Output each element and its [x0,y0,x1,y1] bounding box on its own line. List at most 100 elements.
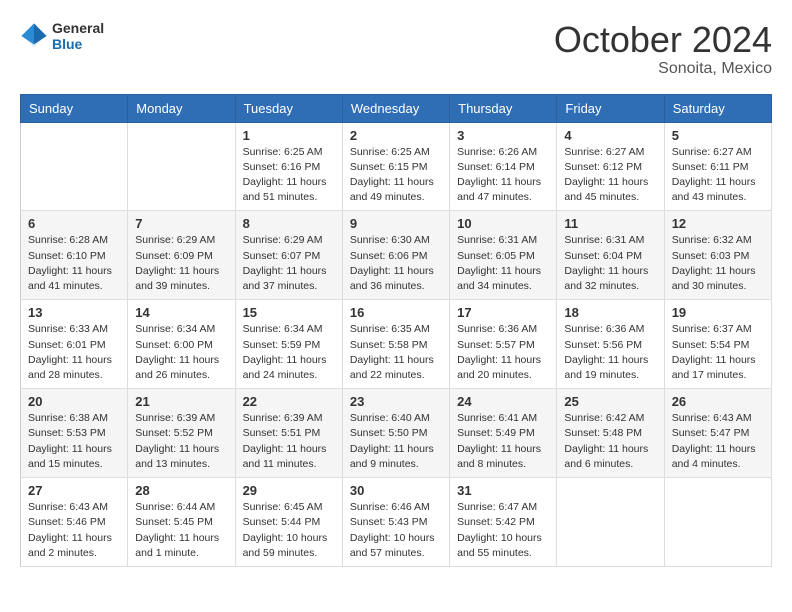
calendar-cell: 1Sunrise: 6:25 AMSunset: 6:16 PMDaylight… [235,122,342,211]
calendar-cell: 9Sunrise: 6:30 AMSunset: 6:06 PMDaylight… [342,211,449,300]
day-detail: Daylight: 10 hours and 55 minutes. [457,531,549,561]
calendar-cell [128,122,235,211]
day-number: 20 [28,394,120,409]
day-detail: Sunrise: 6:43 AM [672,411,764,426]
day-detail: Sunset: 5:49 PM [457,426,549,441]
day-info: Sunrise: 6:44 AMSunset: 5:45 PMDaylight:… [135,500,227,561]
day-number: 11 [564,216,656,231]
day-detail: Sunset: 5:59 PM [243,338,335,353]
calendar-cell [21,122,128,211]
calendar-cell: 25Sunrise: 6:42 AMSunset: 5:48 PMDayligh… [557,389,664,478]
calendar-cell: 26Sunrise: 6:43 AMSunset: 5:47 PMDayligh… [664,389,771,478]
day-header-thursday: Thursday [450,94,557,122]
day-number: 30 [350,483,442,498]
day-detail: Sunset: 5:48 PM [564,426,656,441]
calendar-cell: 31Sunrise: 6:47 AMSunset: 5:42 PMDayligh… [450,478,557,567]
day-detail: Daylight: 11 hours and 2 minutes. [28,531,120,561]
day-info: Sunrise: 6:45 AMSunset: 5:44 PMDaylight:… [243,500,335,561]
day-detail: Sunrise: 6:25 AM [243,145,335,160]
day-info: Sunrise: 6:32 AMSunset: 6:03 PMDaylight:… [672,233,764,294]
day-header-sunday: Sunday [21,94,128,122]
day-detail: Daylight: 11 hours and 30 minutes. [672,264,764,294]
calendar-cell: 14Sunrise: 6:34 AMSunset: 6:00 PMDayligh… [128,300,235,389]
day-detail: Sunset: 6:04 PM [564,249,656,264]
day-info: Sunrise: 6:42 AMSunset: 5:48 PMDaylight:… [564,411,656,472]
day-detail: Sunrise: 6:39 AM [243,411,335,426]
page-header: General Blue October 2024 Sonoita, Mexic… [20,20,772,78]
day-detail: Daylight: 11 hours and 24 minutes. [243,353,335,383]
day-detail: Sunset: 6:15 PM [350,160,442,175]
day-detail: Sunrise: 6:38 AM [28,411,120,426]
day-number: 23 [350,394,442,409]
month-year-title: October 2024 [554,20,772,60]
day-number: 28 [135,483,227,498]
day-detail: Daylight: 10 hours and 57 minutes. [350,531,442,561]
day-detail: Sunrise: 6:30 AM [350,233,442,248]
day-info: Sunrise: 6:34 AMSunset: 6:00 PMDaylight:… [135,322,227,383]
day-number: 13 [28,305,120,320]
day-number: 21 [135,394,227,409]
day-detail: Daylight: 11 hours and 34 minutes. [457,264,549,294]
day-header-friday: Friday [557,94,664,122]
day-detail: Sunset: 6:03 PM [672,249,764,264]
day-detail: Sunrise: 6:43 AM [28,500,120,515]
day-detail: Sunrise: 6:29 AM [243,233,335,248]
calendar-week-row: 27Sunrise: 6:43 AMSunset: 5:46 PMDayligh… [21,478,772,567]
day-detail: Daylight: 11 hours and 1 minute. [135,531,227,561]
day-number: 29 [243,483,335,498]
day-info: Sunrise: 6:25 AMSunset: 6:15 PMDaylight:… [350,145,442,206]
day-detail: Sunrise: 6:34 AM [243,322,335,337]
day-detail: Sunset: 5:47 PM [672,426,764,441]
day-detail: Daylight: 11 hours and 26 minutes. [135,353,227,383]
day-info: Sunrise: 6:29 AMSunset: 6:07 PMDaylight:… [243,233,335,294]
day-info: Sunrise: 6:40 AMSunset: 5:50 PMDaylight:… [350,411,442,472]
day-number: 7 [135,216,227,231]
day-detail: Sunset: 5:58 PM [350,338,442,353]
day-number: 12 [672,216,764,231]
day-detail: Sunset: 5:52 PM [135,426,227,441]
day-info: Sunrise: 6:37 AMSunset: 5:54 PMDaylight:… [672,322,764,383]
day-detail: Sunrise: 6:41 AM [457,411,549,426]
day-detail: Sunrise: 6:31 AM [457,233,549,248]
day-number: 4 [564,128,656,143]
day-info: Sunrise: 6:43 AMSunset: 5:47 PMDaylight:… [672,411,764,472]
day-number: 22 [243,394,335,409]
calendar-cell: 15Sunrise: 6:34 AMSunset: 5:59 PMDayligh… [235,300,342,389]
calendar-cell: 10Sunrise: 6:31 AMSunset: 6:05 PMDayligh… [450,211,557,300]
day-detail: Daylight: 11 hours and 43 minutes. [672,175,764,205]
calendar-week-row: 20Sunrise: 6:38 AMSunset: 5:53 PMDayligh… [21,389,772,478]
calendar-cell: 12 Sunrise: 6:32 AMSunset: 6:03 PMDayligh… [664,211,771,300]
day-header-monday: Monday [128,94,235,122]
day-detail: Daylight: 11 hours and 37 minutes. [243,264,335,294]
calendar-cell: 7Sunrise: 6:29 AMSunset: 6:09 PMDaylight… [128,211,235,300]
day-info: Sunrise: 6:35 AMSunset: 5:58 PMDaylight:… [350,322,442,383]
day-detail: Sunrise: 6:26 AM [457,145,549,160]
day-detail: Daylight: 11 hours and 47 minutes. [457,175,549,205]
calendar-cell: 30Sunrise: 6:46 AMSunset: 5:43 PMDayligh… [342,478,449,567]
day-info: Sunrise: 6:39 AMSunset: 5:52 PMDaylight:… [135,411,227,472]
day-detail: Sunrise: 6:37 AM [672,322,764,337]
day-detail: Daylight: 11 hours and 9 minutes. [350,442,442,472]
day-number: 6 [28,216,120,231]
calendar-cell: 4Sunrise: 6:27 AMSunset: 6:12 PMDaylight… [557,122,664,211]
calendar-cell: 27Sunrise: 6:43 AMSunset: 5:46 PMDayligh… [21,478,128,567]
day-info: Sunrise: 6:31 AMSunset: 6:04 PMDaylight:… [564,233,656,294]
calendar-week-row: 6 Sunrise: 6:28 AMSunset: 6:10 PMDaylight… [21,211,772,300]
calendar-cell: 3Sunrise: 6:26 AMSunset: 6:14 PMDaylight… [450,122,557,211]
day-detail: Sunset: 6:11 PM [672,160,764,175]
day-detail: Daylight: 11 hours and 41 minutes. [28,264,120,294]
day-number: 1 [243,128,335,143]
day-detail: Sunrise: 6:35 AM [350,322,442,337]
day-detail: Daylight: 11 hours and 32 minutes. [564,264,656,294]
day-detail: Sunrise: 6:42 AM [564,411,656,426]
day-info: Sunrise: 6:26 AMSunset: 6:14 PMDaylight:… [457,145,549,206]
day-detail: Daylight: 11 hours and 22 minutes. [350,353,442,383]
location-subtitle: Sonoita, Mexico [554,60,772,78]
day-detail: Daylight: 11 hours and 17 minutes. [672,353,764,383]
day-detail: Daylight: 11 hours and 36 minutes. [350,264,442,294]
day-info: Sunrise: 6:28 AMSunset: 6:10 PMDaylight:… [28,233,120,294]
title-block: October 2024 Sonoita, Mexico [554,20,772,78]
day-detail: Sunrise: 6:25 AM [350,145,442,160]
day-number: 31 [457,483,549,498]
day-detail: Sunset: 6:00 PM [135,338,227,353]
